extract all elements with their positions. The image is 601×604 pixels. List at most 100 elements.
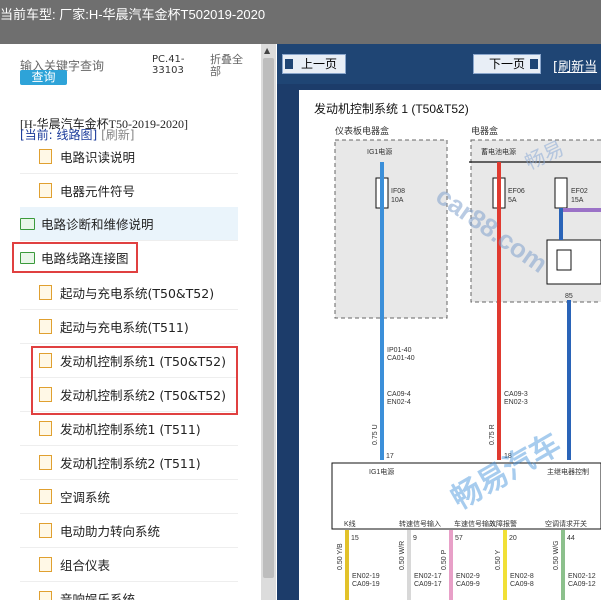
conn1b-label: CA01-40 bbox=[387, 355, 415, 362]
arrow-left-icon bbox=[285, 59, 293, 69]
bottom-conn-a: EN02-8 bbox=[510, 573, 534, 580]
box-right-label: 电器盒 bbox=[471, 125, 498, 136]
bottom-wire-label: 0.50 W/R bbox=[399, 541, 406, 570]
document-icon bbox=[39, 319, 52, 334]
bottom-conn-a: EN02-17 bbox=[414, 573, 442, 580]
document-icon bbox=[39, 149, 52, 164]
bottom-conn-b: CA09-19 bbox=[352, 581, 380, 588]
document-icon bbox=[39, 523, 52, 538]
tree-folder-diagnosis[interactable]: 电路诊断和维修说明 bbox=[20, 207, 238, 241]
tree-item-label: 起动与充电系统(T50&T52) bbox=[60, 286, 215, 301]
window-title: 当前车型: 厂家:H-华晨汽车金杯T502019-2020 bbox=[0, 7, 266, 22]
tree-item[interactable]: 发动机控制系统2 (T511) bbox=[20, 446, 238, 480]
conn3b-label: EN02-3 bbox=[504, 399, 528, 406]
ecm-relay-label: 主继电器控制 bbox=[547, 467, 589, 476]
pc-code: PC.41-33103 bbox=[152, 54, 185, 76]
fault-alarm-label: 故障报警 bbox=[489, 519, 517, 528]
conn2a-label: CA09-4 bbox=[387, 391, 411, 398]
speed-signal-label: 转速信号输入 bbox=[399, 519, 441, 528]
document-icon bbox=[39, 591, 52, 600]
tree-item[interactable]: 电器元件符号 bbox=[20, 174, 238, 208]
purple-wire bbox=[559, 208, 601, 212]
bottom-pin: 57 bbox=[455, 535, 463, 542]
document-icon bbox=[39, 421, 52, 436]
wire2-label: 0.75 R bbox=[489, 424, 496, 445]
bottom-wire-label: 0.50 Y/B bbox=[337, 543, 344, 570]
fuse-ef02 bbox=[554, 177, 568, 209]
arrow-right-icon bbox=[530, 59, 538, 69]
tree-item-label: 起动与充电系统(T511) bbox=[60, 320, 189, 335]
bottom-conn-a: EN02-9 bbox=[456, 573, 480, 580]
scrollbar-thumb[interactable] bbox=[263, 58, 274, 578]
bottom-conn-a: EN02-19 bbox=[352, 573, 380, 580]
next-page-button[interactable]: 下一页 bbox=[473, 54, 541, 74]
main-relay bbox=[546, 239, 601, 285]
navigation-bar: 上一页 下一页 [刷新当 bbox=[277, 44, 601, 84]
bottom-conn-b: CA09-9 bbox=[456, 581, 480, 588]
folder-open-icon bbox=[20, 217, 35, 230]
bottom-wire-label: 0.50 W/G bbox=[553, 540, 560, 570]
fuse2-rating: 5A bbox=[508, 197, 517, 204]
tree-item-label: 电路诊断和维修说明 bbox=[41, 217, 154, 232]
tree-item-label: 发动机控制系统2 (T511) bbox=[60, 456, 201, 471]
search-button[interactable]: 查询 bbox=[20, 70, 67, 85]
tree-item[interactable]: 起动与充电系统(T50&T52) bbox=[20, 276, 238, 310]
highlight-box bbox=[12, 242, 138, 273]
tree-item-label: 音响娱乐系统 bbox=[60, 592, 136, 600]
bottom-conn-b: CA09-12 bbox=[568, 581, 596, 588]
tree-item-label: 组合仪表 bbox=[60, 558, 111, 573]
bottom-conn-a: EN02-12 bbox=[568, 573, 596, 580]
fuse1-rating: 10A bbox=[391, 197, 404, 204]
relay-pin-label: 85 bbox=[565, 293, 573, 300]
fuse3-label: EF02 bbox=[571, 188, 588, 195]
tree-item[interactable]: 电路识读说明 bbox=[20, 140, 238, 174]
ig1-power-label: IG1电源 bbox=[367, 147, 392, 156]
wiring-diagram: 发动机控制系统 1 (T50&T52) 仪表板电器盒 电器盒 IG1电源 蓄电池… bbox=[299, 90, 601, 600]
tree-item[interactable]: 发动机控制系统1 (T511) bbox=[20, 412, 238, 446]
sidebar-scrollbar[interactable]: ▲ bbox=[261, 44, 276, 600]
wiring-diagram-svg: 发动机控制系统 1 (T50&T52) 仪表板电器盒 电器盒 IG1电源 蓄电池… bbox=[314, 101, 601, 600]
tree-item[interactable]: 音响娱乐系统 bbox=[20, 582, 238, 600]
tree-item-label: 电路识读说明 bbox=[60, 150, 136, 165]
bottom-pin: 15 bbox=[351, 535, 359, 542]
ecm-ig1-label: IG1电源 bbox=[369, 467, 394, 476]
sidebar: 输入关键字查询 查询 PC.41-33103 折叠全部 [H-华晨汽车金杯T50… bbox=[0, 44, 261, 600]
fuse2-label: EF06 bbox=[508, 188, 525, 195]
battery-power-label: 蓄电池电源 bbox=[481, 147, 516, 156]
scroll-up-icon[interactable]: ▲ bbox=[264, 47, 270, 55]
tree-item[interactable]: 空调系统 bbox=[20, 480, 238, 514]
fuse1-label: IF08 bbox=[391, 188, 405, 195]
tree-item-label: 电器元件符号 bbox=[60, 184, 136, 199]
tree-item[interactable]: 电动助力转向系统 bbox=[20, 514, 238, 548]
conn3a-label: CA09-3 bbox=[504, 391, 528, 398]
title-bar: 当前车型: 厂家:H-华晨汽车金杯T502019-2020 bbox=[0, 0, 601, 44]
pin17-label: 17 bbox=[386, 453, 394, 460]
tree-item[interactable]: 组合仪表 bbox=[20, 548, 238, 582]
document-icon bbox=[39, 183, 52, 198]
refresh-current-link[interactable]: [刷新当 bbox=[553, 56, 597, 75]
wire1-label: 0.75 U bbox=[372, 424, 379, 445]
bottom-wire-label: 0.50 Y bbox=[495, 550, 502, 570]
prev-page-button[interactable]: 上一页 bbox=[282, 54, 346, 74]
document-icon bbox=[39, 557, 52, 572]
document-icon bbox=[39, 285, 52, 300]
fold-all-link[interactable]: 折叠全部 bbox=[210, 54, 250, 78]
tree-item-label: 空调系统 bbox=[60, 490, 111, 505]
document-icon bbox=[39, 489, 52, 504]
document-icon bbox=[39, 455, 52, 470]
bottom-conn-b: CA09-17 bbox=[414, 581, 442, 588]
highlight-box bbox=[31, 346, 238, 415]
bottom-conn-b: CA09-8 bbox=[510, 581, 534, 588]
bottom-pin: 20 bbox=[509, 535, 517, 542]
fuse3-rating: 15A bbox=[571, 197, 584, 204]
tree-item[interactable]: 起动与充电系统(T511) bbox=[20, 310, 238, 344]
conn2b-label: EN02-4 bbox=[387, 399, 411, 406]
instrument-fuse-box bbox=[334, 139, 448, 319]
tree-item-label: 发动机控制系统1 (T511) bbox=[60, 422, 201, 437]
box-left-label: 仪表板电器盒 bbox=[335, 125, 389, 136]
conn1a-label: IP01-40 bbox=[387, 347, 412, 354]
k-line-label: K线 bbox=[344, 519, 356, 528]
tree-item-label: 电动助力转向系统 bbox=[60, 524, 161, 539]
bottom-wire-label: 0.50 P bbox=[441, 549, 448, 570]
bottom-pin: 9 bbox=[413, 535, 417, 542]
